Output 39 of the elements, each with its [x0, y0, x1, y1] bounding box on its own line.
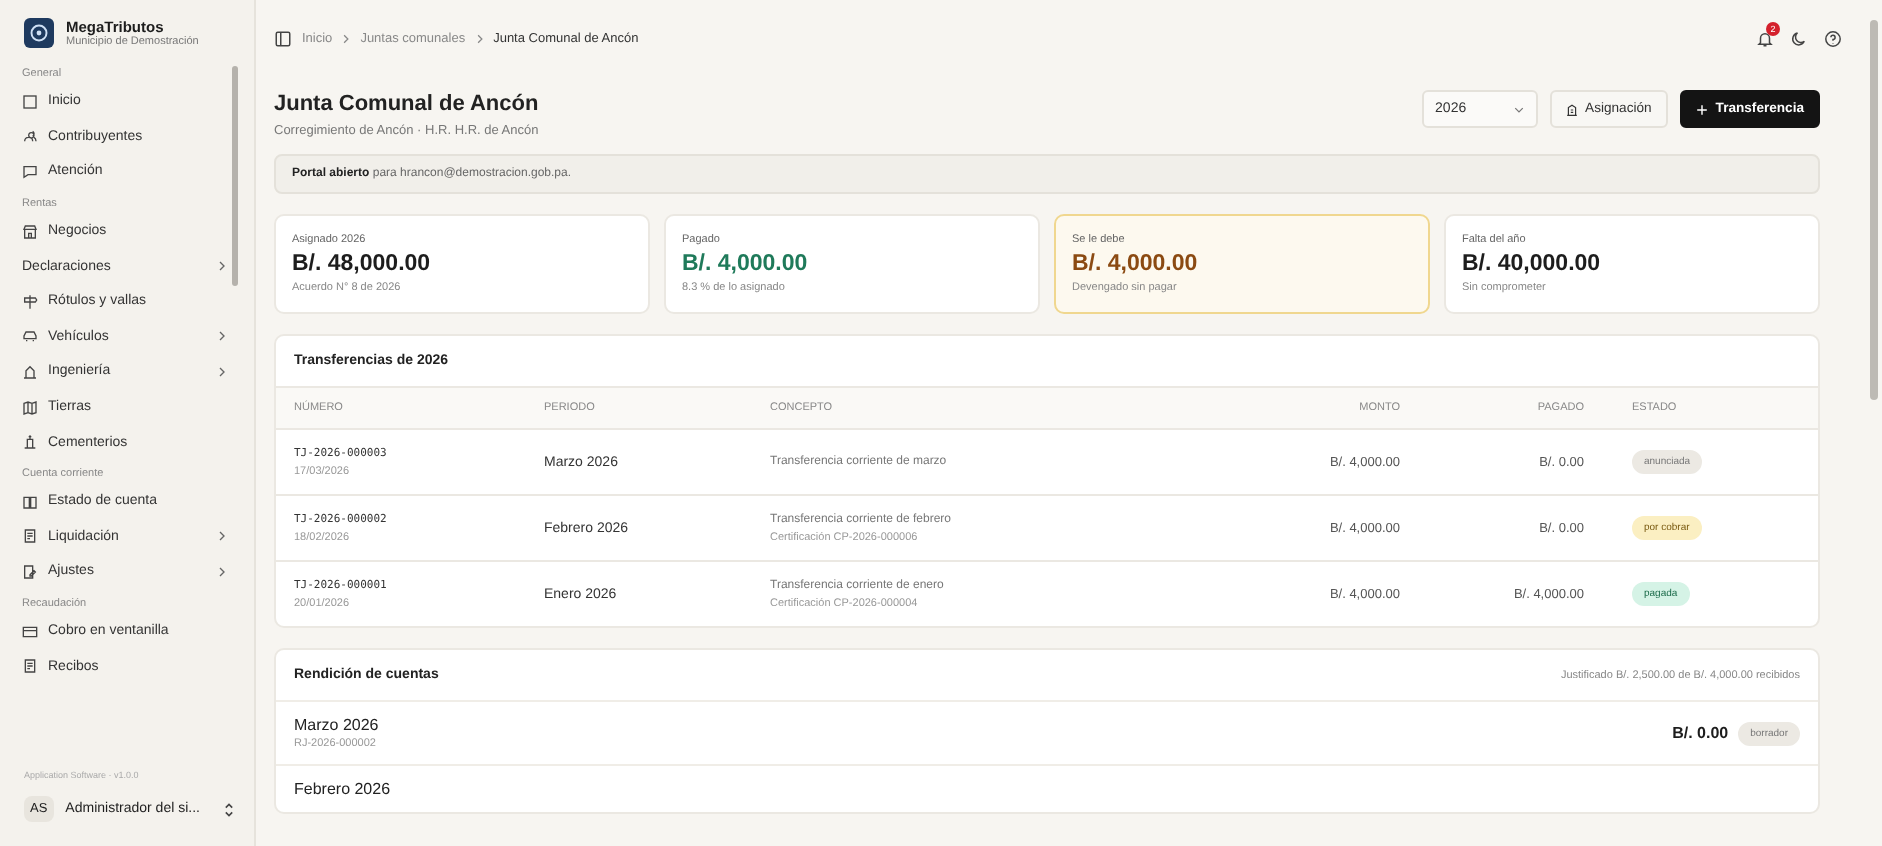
report-period: Febrero 2026	[294, 780, 391, 798]
menu-item-icon	[22, 399, 38, 416]
menu-item-icon	[22, 434, 38, 451]
sidebar-toggle-icon[interactable]	[274, 29, 292, 47]
breadcrumb-separator-icon	[342, 33, 351, 43]
chevron-right-icon	[218, 565, 226, 578]
menu-item-icon	[22, 363, 38, 380]
report-period: Marzo 2026	[294, 716, 379, 734]
plus-icon	[1695, 103, 1708, 115]
page-title: Junta Comunal de Ancón	[274, 92, 539, 116]
menu-item-icon	[22, 128, 38, 145]
bell-icon[interactable]	[1756, 29, 1774, 47]
chevron-down-icon	[1513, 105, 1524, 113]
breadcrumb-separator-icon	[475, 33, 484, 43]
expand-icon	[224, 801, 234, 817]
menu-item-icon	[22, 563, 38, 580]
menu-item-icon	[22, 293, 38, 310]
moon-icon[interactable]	[1790, 29, 1808, 47]
menu-item-icon	[22, 528, 38, 545]
menu-item-icon	[22, 93, 38, 110]
chevron-right-icon	[218, 365, 226, 378]
menu-item-icon	[22, 658, 38, 675]
stat-value: B/. 48,000.00	[292, 252, 433, 276]
chevron-right-icon	[218, 530, 226, 543]
menu-item-icon	[22, 623, 38, 640]
logo-icon	[24, 18, 54, 48]
building-icon	[1565, 103, 1578, 115]
stat-value: B/. 4,000.00	[1072, 252, 1200, 276]
report-amount: B/. 0.00	[1672, 724, 1729, 742]
menu-item-icon	[22, 223, 38, 240]
menu-item-icon	[22, 493, 38, 510]
menu-item-icon	[22, 163, 38, 180]
sidebar-scrollbar[interactable]	[232, 66, 238, 286]
stat-value: B/. 4,000.00	[682, 252, 810, 276]
menu-item-icon	[22, 328, 38, 345]
chevron-right-icon	[218, 330, 226, 343]
chevron-right-icon	[218, 260, 226, 273]
help-icon[interactable]	[1824, 29, 1842, 47]
stat-value: B/. 40,000.00	[1462, 252, 1603, 276]
